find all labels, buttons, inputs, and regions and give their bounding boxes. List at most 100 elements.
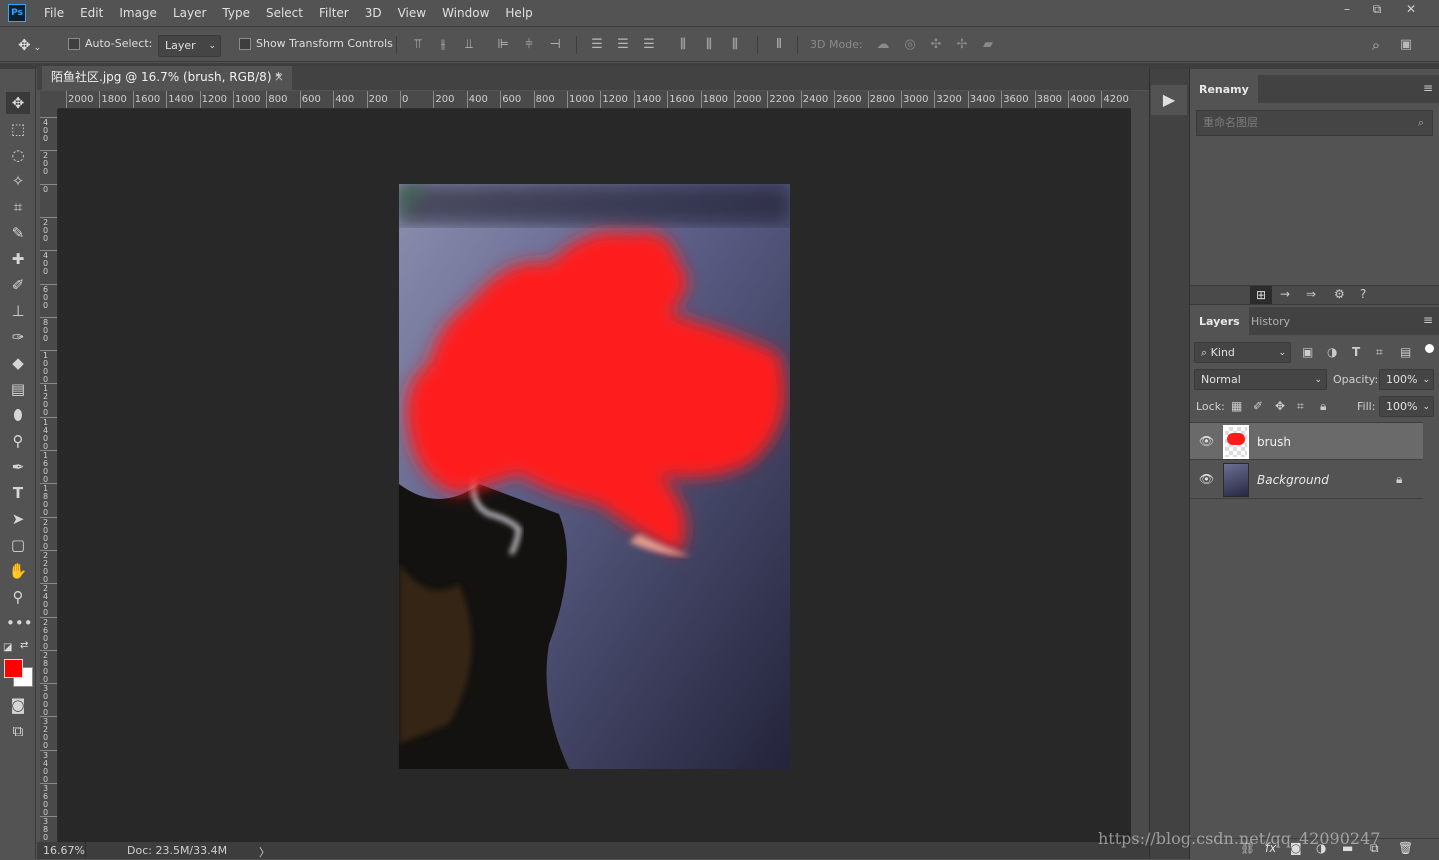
- distribute-vcenter-icon[interactable]: ☰: [615, 37, 631, 53]
- document-image[interactable]: [399, 184, 790, 769]
- distribute-top-icon[interactable]: ☰: [589, 37, 605, 53]
- distribute-bottom-icon[interactable]: ☰: [641, 37, 657, 53]
- tab-history[interactable]: History: [1242, 307, 1299, 337]
- lock-transparent-icon[interactable]: ▦: [1231, 399, 1242, 413]
- pan-3d-icon[interactable]: ✣: [928, 37, 944, 53]
- roll-3d-icon[interactable]: ◎: [902, 37, 918, 53]
- settings-icon[interactable]: ⚙: [1334, 287, 1345, 301]
- search-icon[interactable]: ⌕: [1368, 37, 1384, 53]
- more-tools-icon[interactable]: •••: [6, 612, 33, 634]
- clone-stamp-tool-icon[interactable]: ⊥: [6, 300, 30, 322]
- history-brush-tool-icon[interactable]: ✑: [6, 326, 30, 348]
- align-bottom-icon[interactable]: ⫫: [461, 37, 477, 53]
- layer-row-brush[interactable]: 👁︎ brush: [1190, 422, 1423, 460]
- swap-colors-icon[interactable]: ⇄: [20, 640, 32, 652]
- align-top-icon[interactable]: ⫪: [410, 37, 426, 53]
- pen-tool-icon[interactable]: ✒: [6, 456, 30, 478]
- panel-menu-icon[interactable]: ≡: [1423, 313, 1433, 327]
- close-button[interactable]: ✕: [1396, 0, 1426, 20]
- rename-layer-input[interactable]: 重命名图层 ⌕: [1196, 110, 1433, 136]
- lock-all-icon[interactable]: 🔒︎: [1320, 399, 1326, 414]
- align-left-icon[interactable]: ⊫: [495, 37, 511, 53]
- tab-renamy[interactable]: Renamy: [1190, 75, 1258, 103]
- path-selection-tool-icon[interactable]: ➤: [6, 508, 30, 530]
- orbit-3d-icon[interactable]: ☁: [875, 37, 891, 53]
- menu-layer[interactable]: Layer: [165, 0, 214, 27]
- distribute-left-icon[interactable]: ⫼: [675, 37, 691, 53]
- hand-tool-icon[interactable]: ✋: [6, 560, 30, 582]
- lasso-tool-icon[interactable]: ◌: [6, 144, 30, 166]
- layer-row-background[interactable]: 👁︎ Background 🔒︎: [1190, 461, 1423, 499]
- filter-toggle[interactable]: [1425, 344, 1434, 353]
- menu-window[interactable]: Window: [434, 0, 497, 27]
- ruler-origin[interactable]: [40, 91, 58, 109]
- menu-type[interactable]: Type: [214, 0, 258, 27]
- fill-input[interactable]: 100% ⌄: [1379, 396, 1434, 417]
- menu-help[interactable]: Help: [497, 0, 540, 27]
- eraser-tool-icon[interactable]: ◆: [6, 352, 30, 374]
- marquee-tool-icon[interactable]: ⬚: [6, 118, 30, 140]
- layer-name[interactable]: brush: [1257, 435, 1291, 449]
- auto-align-icon[interactable]: ⫴: [771, 37, 787, 53]
- lock-position-icon[interactable]: ✥: [1275, 399, 1285, 413]
- zoom-tool-icon[interactable]: ⚲: [6, 586, 30, 608]
- rename-mode-icon[interactable]: ⊞: [1250, 286, 1272, 304]
- layer-kind-filter[interactable]: ⌕ Kind ⌄: [1194, 342, 1291, 363]
- filter-adjustment-icon[interactable]: ◑: [1327, 345, 1337, 359]
- distribute-hcenter-icon[interactable]: ⫼: [701, 37, 717, 53]
- menu-select[interactable]: Select: [258, 0, 311, 27]
- menu-edit[interactable]: Edit: [72, 0, 111, 27]
- menu-view[interactable]: View: [390, 0, 434, 27]
- opacity-input[interactable]: 100% ⌄: [1379, 369, 1434, 390]
- eyedropper-tool-icon[interactable]: ✎: [6, 222, 30, 244]
- auto-select-checkbox[interactable]: Auto-Select:: [68, 37, 152, 50]
- restore-button[interactable]: ⧉: [1362, 0, 1392, 20]
- quick-mask-icon[interactable]: ◙: [6, 694, 30, 716]
- filter-type-icon[interactable]: T: [1352, 345, 1360, 359]
- filter-shape-icon[interactable]: ⌗: [1376, 345, 1383, 360]
- zoom-level[interactable]: 16.67%: [43, 844, 85, 857]
- filter-pixel-icon[interactable]: ▣: [1302, 345, 1313, 359]
- scale-3d-icon[interactable]: ▰: [980, 37, 996, 53]
- crop-tool-icon[interactable]: ⌗: [6, 196, 30, 218]
- rectangle-tool-icon[interactable]: ▢: [6, 534, 30, 556]
- help-icon[interactable]: ?: [1360, 287, 1366, 301]
- visibility-eye-icon[interactable]: 👁︎: [1199, 434, 1214, 448]
- document-tab[interactable]: 陌鱼社区.jpg @ 16.7% (brush, RGB/8) * ×: [42, 66, 292, 90]
- minimize-button[interactable]: –: [1332, 0, 1362, 20]
- align-vcenter-icon[interactable]: ⫲: [435, 37, 451, 53]
- distribute-right-icon[interactable]: ⫼: [727, 37, 743, 53]
- vertical-ruler[interactable]: 400 200 0 200 400 600 800 1000 1200 1400 1600 1800 2…: [40, 109, 58, 842]
- layer-name[interactable]: Background: [1257, 473, 1329, 487]
- auto-select-dropdown[interactable]: Layer ⌄: [158, 35, 221, 57]
- align-right-icon[interactable]: ⊣: [547, 37, 563, 53]
- blend-mode-select[interactable]: Normal ⌄: [1194, 369, 1327, 390]
- close-tab-icon[interactable]: ×: [274, 66, 284, 89]
- menu-filter[interactable]: Filter: [311, 0, 357, 27]
- menu-image[interactable]: Image: [111, 0, 165, 27]
- status-menu-arrow[interactable]: 〉: [259, 844, 270, 860]
- gradient-tool-icon[interactable]: ▤: [6, 378, 30, 400]
- panel-menu-icon[interactable]: ≡: [1423, 81, 1433, 95]
- visibility-eye-icon[interactable]: 👁︎: [1199, 472, 1214, 486]
- lock-artboard-icon[interactable]: ⌗: [1297, 399, 1304, 414]
- dodge-tool-icon[interactable]: ⚲: [6, 430, 30, 452]
- screen-mode-icon[interactable]: ⧉: [6, 720, 30, 742]
- blur-tool-icon[interactable]: ⬮: [6, 404, 30, 426]
- workspace-icon[interactable]: ▣: [1398, 37, 1414, 53]
- show-transform-checkbox[interactable]: Show Transform Controls: [239, 37, 393, 50]
- move-tool-icon[interactable]: ✥: [6, 92, 30, 114]
- magic-wand-tool-icon[interactable]: ✧: [6, 170, 30, 192]
- menu-file[interactable]: File: [36, 0, 72, 27]
- filter-smart-object-icon[interactable]: ▤: [1400, 345, 1411, 359]
- trash-icon[interactable]: 🗑︎: [1398, 841, 1413, 855]
- arrow-right-icon[interactable]: →: [1280, 287, 1290, 301]
- foreground-color-swatch[interactable]: [4, 659, 23, 678]
- align-hcenter-icon[interactable]: ⫩: [521, 37, 537, 53]
- move-tool-preset-icon[interactable]: ✥ ⌄: [18, 36, 54, 56]
- play-action-icon[interactable]: ▶: [1151, 85, 1187, 115]
- horizontal-ruler[interactable]: 2000 1800 1600 1400 1200 1000 800 600 400 200 0 200…: [58, 91, 1131, 109]
- brush-tool-icon[interactable]: ✐: [6, 274, 30, 296]
- healing-brush-tool-icon[interactable]: ✚: [6, 248, 30, 270]
- batch-arrow-icon[interactable]: ⇒: [1306, 287, 1316, 301]
